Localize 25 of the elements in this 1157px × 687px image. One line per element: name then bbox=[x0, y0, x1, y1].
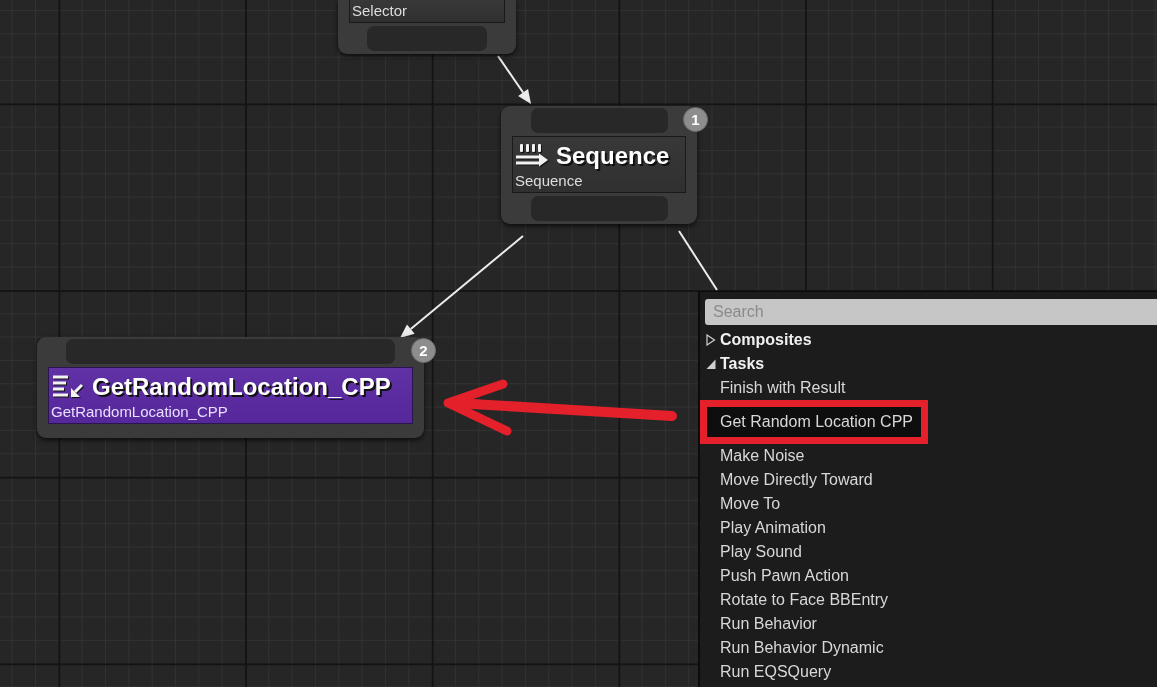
list-arrow-icon bbox=[51, 374, 85, 400]
category-item[interactable]: Tasks bbox=[700, 352, 1157, 376]
graph-node[interactable]: Selector bbox=[338, 0, 516, 54]
menu-item[interactable]: Make Noise bbox=[700, 444, 1157, 468]
menu-item[interactable]: Push Pawn Action bbox=[700, 564, 1157, 588]
connector-arrow bbox=[497, 55, 531, 104]
menu-item[interactable]: Finish with Result bbox=[700, 376, 1157, 400]
node-title: GetRandomLocation_CPP bbox=[92, 372, 391, 402]
menu-item[interactable]: Rotate to Face BBEntry bbox=[700, 588, 1157, 612]
menu-item[interactable]: Run Behavior bbox=[700, 612, 1157, 636]
menu-item[interactable]: Move To bbox=[700, 492, 1157, 516]
bars-arrow-icon bbox=[515, 143, 549, 169]
menu-item[interactable]: Move Directly Toward bbox=[700, 468, 1157, 492]
menu-item[interactable]: Play Sound bbox=[700, 540, 1157, 564]
node-subtitle: GetRandomLocation_CPP bbox=[51, 403, 228, 421]
node-subtitle: Sequence bbox=[515, 172, 583, 190]
menu-item[interactable]: Run Behavior Dynamic bbox=[700, 636, 1157, 660]
connector-line bbox=[678, 230, 718, 291]
menu-item[interactable]: Run EQSQuery bbox=[700, 660, 1157, 684]
node-subtitle: Selector bbox=[352, 2, 408, 20]
menu-item[interactable]: Play Animation bbox=[700, 516, 1157, 540]
menu-item[interactable]: Get Random Location CPP bbox=[700, 400, 928, 444]
node-title: Sequence bbox=[556, 141, 670, 171]
category-item[interactable]: Composites bbox=[700, 328, 1157, 352]
search-field[interactable]: Search bbox=[705, 299, 1157, 325]
